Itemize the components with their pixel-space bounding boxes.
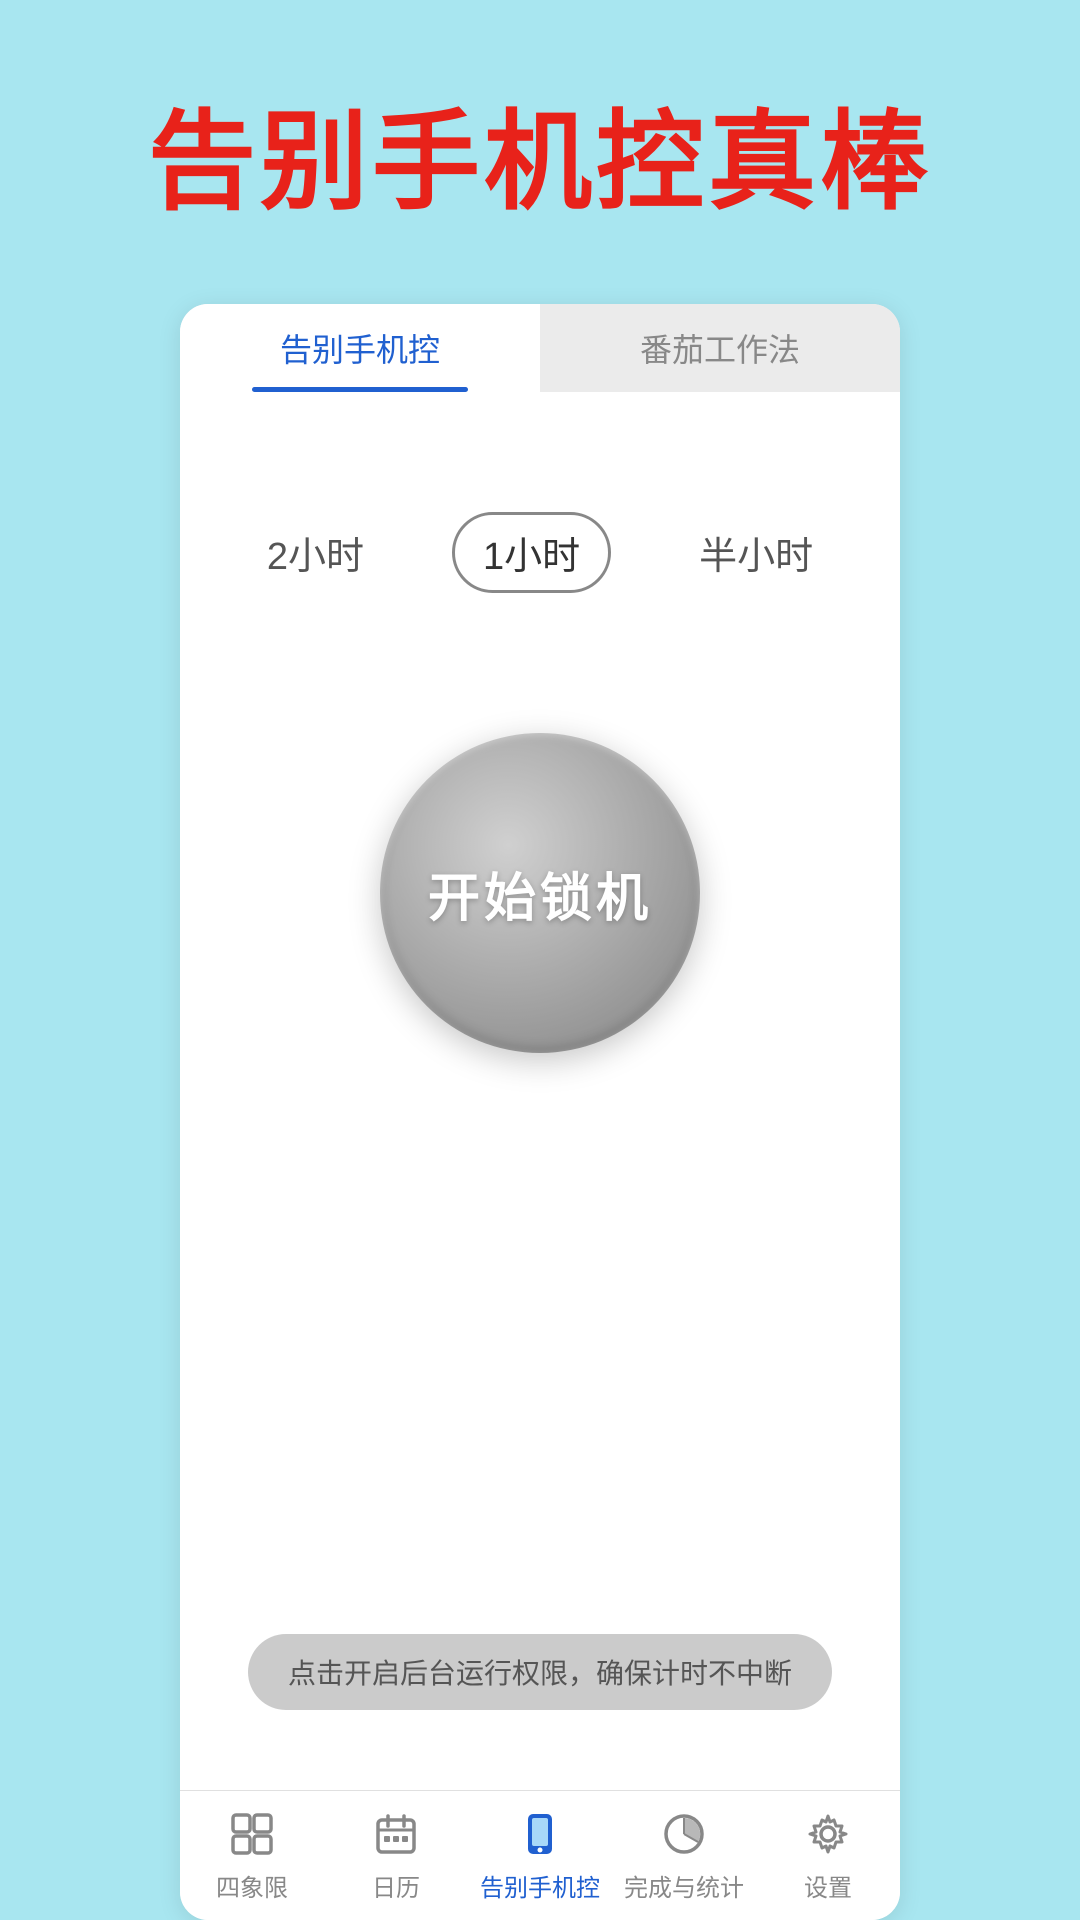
calendar-icon — [370, 1808, 422, 1860]
grid-icon — [226, 1808, 278, 1860]
nav-item-phone[interactable]: 告别手机控 — [468, 1791, 612, 1920]
nav-label-settings: 设置 — [804, 1868, 852, 1903]
main-content: 2小时 1小时 半小时 开始锁机 点击开启后台运行权限，确保计时不中断 — [180, 392, 900, 1790]
stats-icon — [658, 1808, 710, 1860]
nav-label-phone: 告别手机控 — [480, 1868, 600, 1903]
tab-bar: 告别手机控 番茄工作法 — [180, 304, 900, 392]
tab-pomodoro[interactable]: 番茄工作法 — [540, 304, 900, 392]
nav-item-quadrant[interactable]: 四象限 — [180, 1791, 324, 1920]
phone-icon — [514, 1808, 566, 1860]
app-card: 告别手机控 番茄工作法 2小时 1小时 半小时 开始锁机 点击开启后台运行权限，… — [180, 304, 900, 1920]
tab-phone-control[interactable]: 告别手机控 — [180, 304, 540, 392]
hero-title: 告别手机控真棒 — [148, 100, 932, 224]
nav-item-settings[interactable]: 设置 — [756, 1791, 900, 1920]
nav-item-calendar[interactable]: 日历 — [324, 1791, 468, 1920]
lock-button-wrap: 开始锁机 — [380, 733, 700, 1053]
start-lock-button[interactable]: 开始锁机 — [380, 733, 700, 1053]
time-selector: 2小时 1小时 半小时 — [239, 512, 841, 593]
gear-icon — [802, 1808, 854, 1860]
nav-label-calendar: 日历 — [372, 1868, 420, 1903]
time-option-2h[interactable]: 2小时 — [239, 515, 392, 590]
notice-pill[interactable]: 点击开启后台运行权限，确保计时不中断 — [248, 1634, 832, 1710]
nav-item-stats[interactable]: 完成与统计 — [612, 1791, 756, 1920]
bottom-nav: 四象限 日历 — [180, 1790, 900, 1920]
lock-button-label: 开始锁机 — [428, 856, 652, 931]
nav-label-stats: 完成与统计 — [624, 1868, 744, 1903]
time-option-1h[interactable]: 1小时 — [452, 512, 611, 593]
time-option-half[interactable]: 半小时 — [671, 515, 841, 590]
nav-label-quadrant: 四象限 — [216, 1868, 288, 1903]
